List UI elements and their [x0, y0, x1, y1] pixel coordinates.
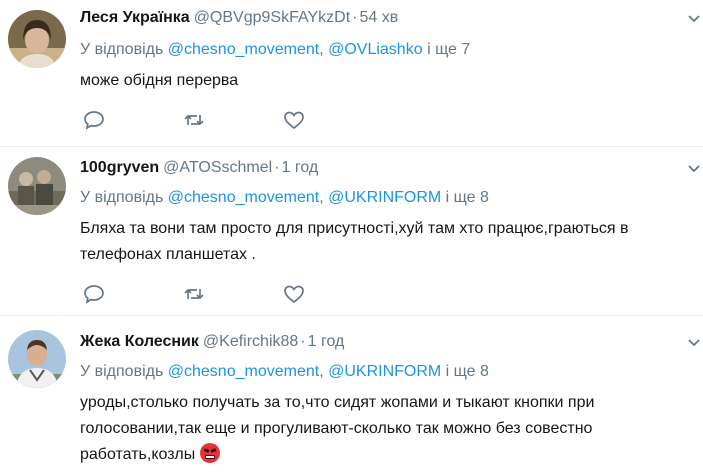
tweet-header: Жека Колесник @Kefirchik88 · 1 год	[80, 330, 344, 354]
chevron-down-icon[interactable]	[686, 161, 702, 177]
separator-dot: ·	[352, 9, 358, 26]
reply-context: У відповідь @chesno_movement, @OVLiashko…	[80, 38, 470, 62]
display-name[interactable]: 100gryven	[80, 159, 159, 176]
retweet-icon[interactable]	[182, 108, 206, 132]
avatar[interactable]	[8, 157, 66, 215]
tweet-header: 100gryven @ATOSschmel · 1 год	[80, 156, 318, 180]
chevron-down-icon[interactable]	[686, 335, 702, 351]
reply-prefix: У відповідь	[80, 189, 164, 206]
separator-dot: ·	[274, 159, 280, 176]
tweet[interactable]: Жека Колесник @Kefirchik88 · 1 год У відпов…	[0, 316, 703, 476]
heart-icon[interactable]	[282, 282, 306, 306]
mention-link[interactable]: @chesno_movement	[168, 189, 319, 206]
heart-icon[interactable]	[282, 108, 306, 132]
reply-suffix: і ще 7	[427, 41, 471, 58]
user-handle[interactable]: @Kefirchik88	[203, 333, 298, 350]
tweet[interactable]: Леся Українка @QBVgp9SkFAYkzDt · 54 хв У ві…	[0, 0, 703, 147]
separator-comma: ,	[319, 41, 324, 58]
separator-comma: ,	[319, 189, 324, 206]
tweet[interactable]: 100gryven @ATOSschmel · 1 год У відповідь @…	[0, 147, 703, 316]
mention-link[interactable]: @OVLiashko	[328, 41, 423, 58]
display-name[interactable]: Жека Колесник	[80, 333, 199, 350]
reply-suffix: і ще 8	[445, 363, 489, 380]
tweet-text: уроды,столько получать за то,что сидят ж…	[80, 390, 680, 468]
tweet-header: Леся Українка @QBVgp9SkFAYkzDt · 54 хв	[80, 6, 398, 30]
tweet-actions	[80, 282, 320, 306]
angry-face-emoji	[199, 443, 220, 463]
timestamp[interactable]: 54 хв	[359, 9, 398, 26]
reply-prefix: У відповідь	[80, 41, 164, 58]
tweet-text-content: уроды,столько получать за то,что сидят ж…	[80, 394, 595, 463]
tweet-actions	[80, 108, 320, 132]
reply-suffix: і ще 8	[445, 189, 489, 206]
retweet-icon[interactable]	[182, 282, 206, 306]
tweet-text: Бляха та вони там просто для присутності…	[80, 220, 629, 263]
display-name[interactable]: Леся Українка	[80, 9, 190, 26]
reply-prefix: У відповідь	[80, 363, 164, 380]
user-handle[interactable]: @QBVgp9SkFAYkzDt	[194, 9, 350, 26]
mention-link[interactable]: @UKRINFORM	[328, 363, 441, 380]
timestamp[interactable]: 1 год	[308, 333, 345, 350]
reply-context: У відповідь @chesno_movement, @UKRINFORM…	[80, 360, 489, 384]
reply-context: У відповідь @chesno_movement, @UKRINFORM…	[80, 186, 489, 210]
tweet-text: може обідня перерва	[80, 72, 239, 89]
mention-link[interactable]: @UKRINFORM	[328, 189, 441, 206]
avatar[interactable]	[8, 330, 66, 388]
chevron-down-icon[interactable]	[686, 11, 702, 27]
timestamp[interactable]: 1 год	[282, 159, 319, 176]
user-handle[interactable]: @ATOSschmel	[163, 159, 272, 176]
separator-dot: ·	[300, 333, 306, 350]
mention-link[interactable]: @chesno_movement	[168, 41, 319, 58]
reply-icon[interactable]	[82, 108, 106, 132]
mention-link[interactable]: @chesno_movement	[168, 363, 319, 380]
avatar[interactable]	[8, 10, 66, 68]
reply-icon[interactable]	[82, 282, 106, 306]
separator-comma: ,	[319, 363, 324, 380]
